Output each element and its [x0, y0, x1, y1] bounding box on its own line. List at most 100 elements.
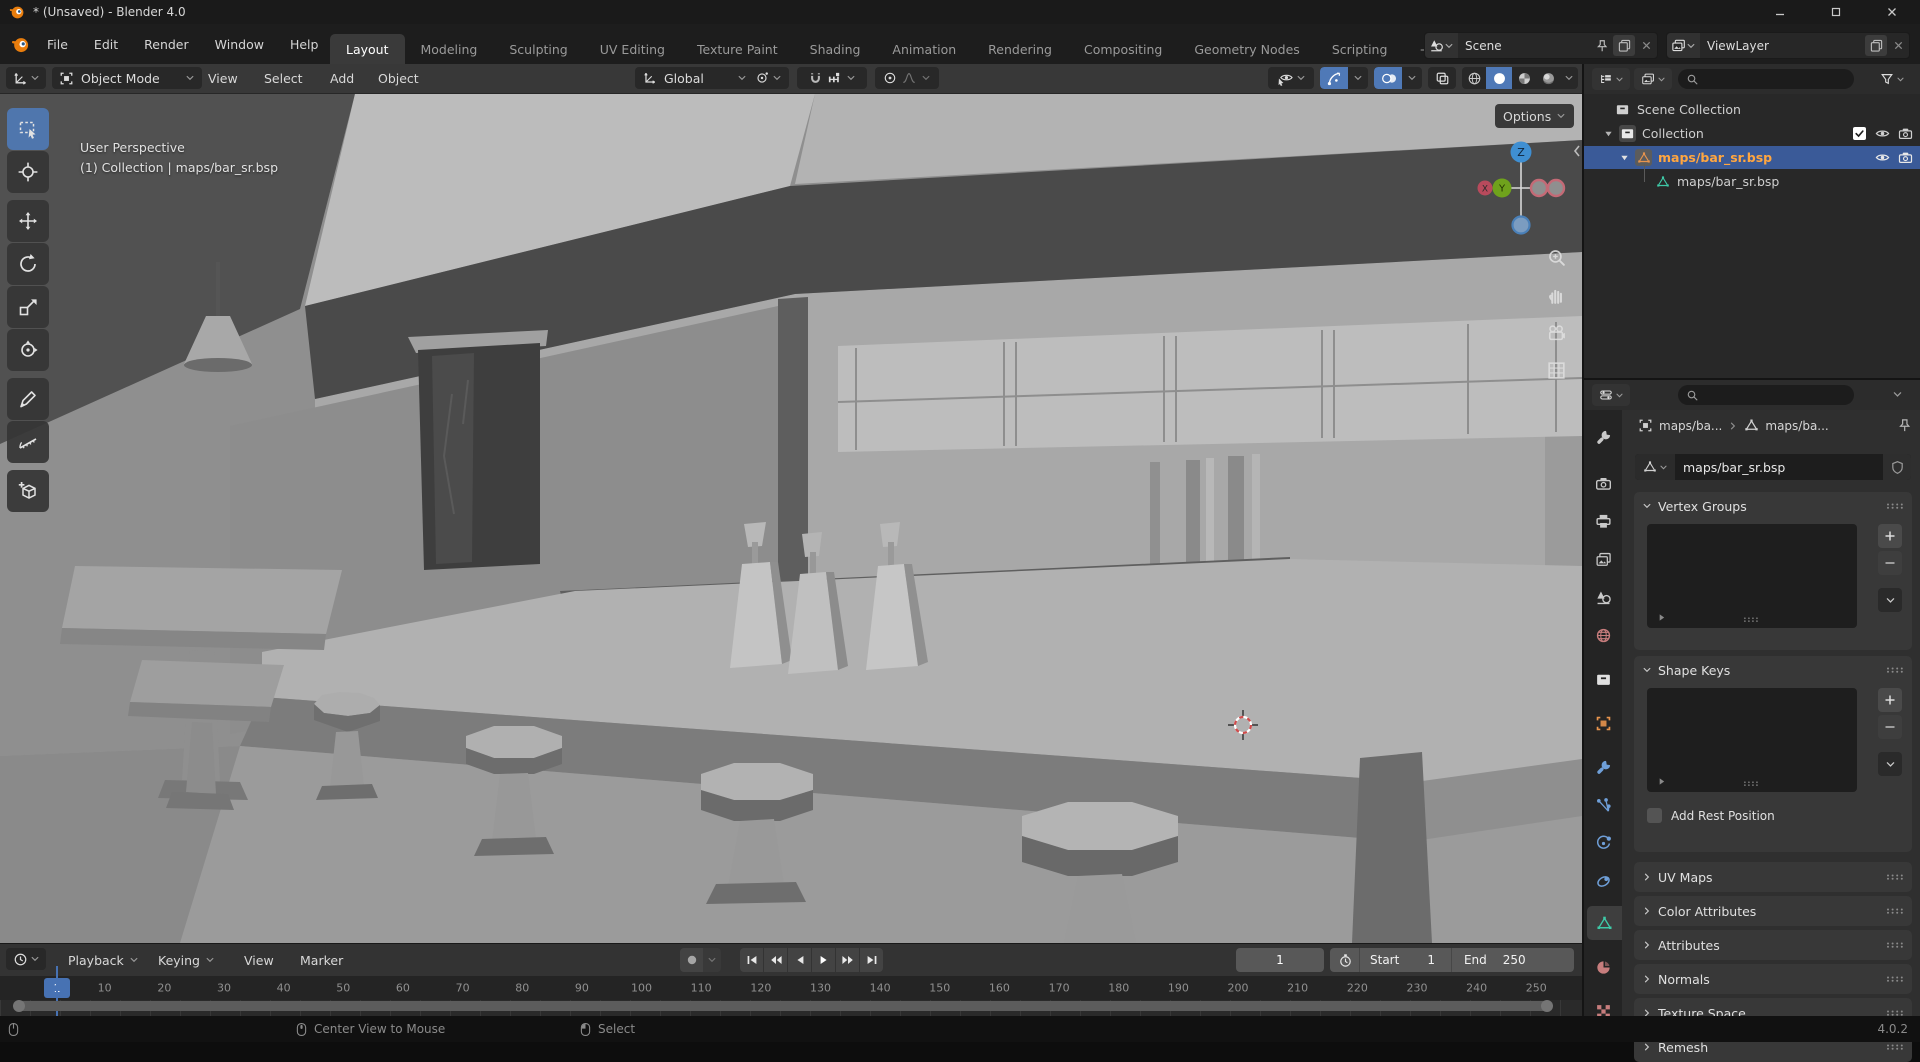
hide-eye-icon[interactable] [1874, 149, 1891, 166]
jump-to-end-button[interactable] [860, 948, 883, 972]
prev-keyframe-button[interactable] [764, 948, 787, 972]
tab-scripting[interactable]: Scripting [1316, 34, 1404, 64]
tab-rendering[interactable]: Rendering [972, 34, 1068, 64]
start-value[interactable]: 1 [1427, 953, 1435, 967]
editor-type-button[interactable] [6, 67, 46, 89]
tab-compositing[interactable]: Compositing [1068, 34, 1178, 64]
menu-file[interactable]: File [36, 33, 79, 56]
viewlayer-selector[interactable]: ViewLayer [1666, 32, 1910, 59]
panel-uv-maps[interactable]: UV Maps [1634, 862, 1912, 892]
row-label[interactable]: maps/bar_sr.bsp [1677, 174, 1779, 189]
shading-material-button[interactable] [1512, 71, 1536, 86]
overlays-dropdown[interactable] [1402, 73, 1422, 83]
properties-search-input[interactable] [1705, 387, 1846, 403]
vertex-groups-header[interactable]: Vertex Groups [1634, 492, 1912, 520]
tab-sculpting[interactable]: Sculpting [493, 34, 583, 64]
row-label[interactable]: maps/bar_sr.bsp [1658, 150, 1772, 165]
tab-object[interactable] [1584, 706, 1622, 740]
region-collapse-arrow[interactable] [1572, 144, 1582, 158]
outliner-row-collection[interactable]: Collection [1584, 122, 1920, 145]
resize-grip-icon[interactable] [1743, 616, 1759, 623]
tab-render[interactable] [1584, 466, 1622, 500]
tab-object-data[interactable] [1587, 906, 1622, 940]
auto-key-button[interactable] [680, 948, 703, 972]
tool-annotate[interactable] [7, 378, 49, 420]
tab-modeling[interactable]: Modeling [405, 34, 494, 64]
add-rest-position-checkbox[interactable] [1647, 808, 1662, 823]
tool-rotate[interactable] [7, 243, 49, 285]
drag-grip-icon[interactable] [1886, 907, 1904, 915]
viewport-ortho-button[interactable] [1543, 357, 1569, 383]
viewlayer-name[interactable]: ViewLayer [1700, 39, 1865, 53]
scene-selector[interactable]: Scene [1424, 32, 1658, 59]
close-button[interactable] [1864, 0, 1920, 24]
shape-keys-list[interactable] [1647, 688, 1857, 792]
scrollbar-right-handle[interactable] [1541, 1000, 1553, 1012]
drag-grip-icon[interactable] [1886, 1043, 1904, 1051]
end-value[interactable]: 250 [1503, 953, 1526, 967]
minimize-button[interactable] [1752, 0, 1808, 24]
keying-set-dropdown[interactable] [703, 948, 721, 972]
tab-constraints[interactable] [1584, 864, 1622, 898]
timeline-scrollbar[interactable] [14, 1001, 1552, 1011]
row-label[interactable]: Scene Collection [1637, 102, 1741, 117]
tab-view-layer[interactable] [1584, 542, 1622, 576]
remove-vertex-group-button[interactable] [1878, 551, 1902, 575]
tab-output[interactable] [1584, 504, 1622, 538]
menu-view[interactable]: View [196, 64, 250, 93]
shape-keys-header[interactable]: Shape Keys [1634, 656, 1912, 684]
panel-normals[interactable]: Normals [1634, 964, 1912, 994]
timeline-editor-type-button[interactable] [6, 948, 46, 970]
shading-wireframe-button[interactable] [1462, 71, 1486, 86]
resize-grip-icon[interactable] [1743, 780, 1759, 787]
blender-menu-icon[interactable] [11, 35, 30, 54]
play-reverse-button[interactable] [788, 948, 811, 972]
menu-keying[interactable]: Keying [146, 944, 227, 976]
falloff-curve-icon[interactable] [902, 71, 916, 85]
viewport-zoom-button[interactable] [1543, 244, 1569, 270]
menu-help[interactable]: Help [279, 33, 330, 56]
drag-grip-icon[interactable] [1886, 975, 1904, 983]
chevron-down-icon[interactable] [921, 73, 931, 83]
add-vertex-group-button[interactable] [1878, 524, 1902, 548]
vertex-groups-list[interactable] [1647, 524, 1857, 628]
pin-icon[interactable] [1897, 418, 1912, 433]
hide-eye-icon[interactable] [1874, 125, 1891, 142]
menu-edit[interactable]: Edit [83, 33, 129, 56]
add-shape-key-button[interactable] [1878, 688, 1902, 712]
timeline-editor[interactable]: Playback Keying View Marker 1 Start [0, 943, 1582, 1017]
drag-grip-icon[interactable] [1886, 941, 1904, 949]
vertex-group-specials-button[interactable] [1878, 588, 1902, 612]
mode-selector[interactable]: Object Mode [52, 67, 202, 89]
viewlayer-browse-button[interactable] [1667, 33, 1700, 58]
axis-neg-y-ball[interactable] [1531, 180, 1547, 196]
pivot-point-selector[interactable] [747, 67, 789, 89]
tool-transform[interactable] [7, 329, 49, 371]
scene-browse-button[interactable] [1425, 33, 1458, 58]
new-scene-button[interactable] [1613, 35, 1635, 56]
overlays-toggle[interactable] [1374, 67, 1422, 89]
show-object-types-button[interactable] [1268, 67, 1314, 89]
properties-options-dropdown[interactable] [1892, 389, 1903, 400]
play-button[interactable] [812, 948, 835, 972]
shape-key-specials-button[interactable] [1878, 752, 1902, 776]
xray-toggle[interactable] [1428, 67, 1456, 89]
list-expand-icon[interactable] [1657, 613, 1666, 622]
disable-render-camera-icon[interactable] [1897, 149, 1914, 166]
mesh-name-input[interactable] [1675, 460, 1883, 475]
shading-solid-button[interactable] [1486, 67, 1512, 89]
tab-physics[interactable] [1584, 826, 1622, 860]
expand-caret-icon[interactable] [1616, 149, 1633, 166]
outliner-editor-type-button[interactable] [1592, 68, 1630, 90]
tool-add-cube[interactable] [7, 470, 49, 512]
transform-orientation-selector[interactable]: Global [635, 67, 755, 89]
tab-texture-paint[interactable]: Texture Paint [681, 34, 794, 64]
row-label[interactable]: Collection [1642, 126, 1704, 141]
outliner-filter-button[interactable] [1874, 68, 1910, 90]
unlink-scene-button[interactable] [1635, 35, 1657, 56]
tab-geometry-nodes[interactable]: Geometry Nodes [1178, 34, 1315, 64]
menu-playback[interactable]: Playback [56, 944, 151, 976]
outliner-search-input[interactable] [1705, 71, 1846, 87]
tool-move[interactable] [7, 200, 49, 242]
outliner-row-object-selected[interactable]: maps/bar_sr.bsp [1584, 146, 1920, 169]
